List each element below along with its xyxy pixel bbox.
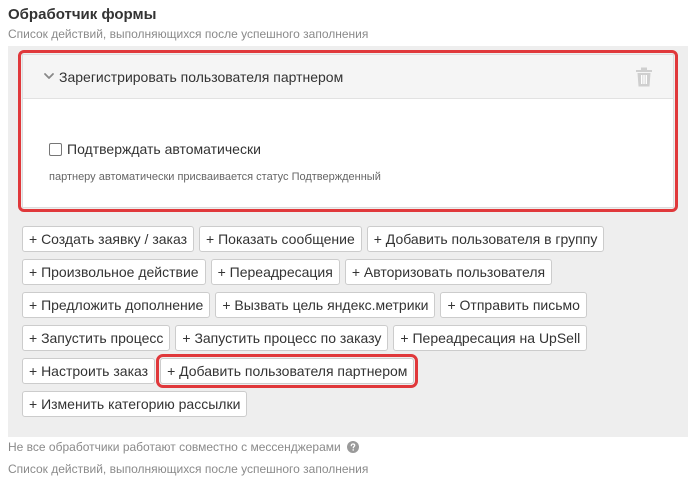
add-custom-action-button[interactable]: + Произвольное действие xyxy=(22,259,206,285)
add-configure-order-button[interactable]: + Настроить заказ xyxy=(22,358,156,384)
messengers-note: Не все обработчики работают совместно с … xyxy=(8,439,359,455)
actions-row: + Создать заявку / заказ + Показать сооб… xyxy=(22,226,682,252)
add-authorize-user-button[interactable]: + Авторизовать пользователя xyxy=(344,259,553,285)
add-offer-addon-button[interactable]: + Предложить дополнение xyxy=(22,292,211,318)
add-redirect-button[interactable]: + Переадресация xyxy=(210,259,340,285)
form-handler-section: Обработчик формы Список действий, выполн… xyxy=(0,0,699,491)
auto-confirm-label: Подтверждать автоматически xyxy=(67,141,261,157)
section-subtitle: Список действий, выполняющихся после усп… xyxy=(8,27,369,41)
action-card-header[interactable]: Зарегистрировать пользователя партнером xyxy=(23,55,673,99)
add-user-to-group-button[interactable]: + Добавить пользователя в группу xyxy=(366,226,605,252)
add-metrika-goal-button[interactable]: + Вызвать цель яндекс.метрики xyxy=(215,292,436,318)
auto-confirm-checkbox[interactable] xyxy=(49,142,62,156)
add-upsell-redirect-button[interactable]: + Переадресация на UpSell xyxy=(393,325,588,351)
actions-row: + Изменить категорию рассылки xyxy=(22,391,682,417)
footer-description: Список действий, выполняющихся после усп… xyxy=(8,462,369,476)
add-create-order-button[interactable]: + Создать заявку / заказ xyxy=(22,226,195,252)
add-change-mailing-category-button[interactable]: + Изменить категорию рассылки xyxy=(22,391,248,417)
actions-panel: Зарегистрировать пользователя партнером … xyxy=(8,46,688,437)
trash-icon[interactable] xyxy=(635,67,653,87)
add-action-buttons: + Создать заявку / заказ + Показать сооб… xyxy=(22,226,682,424)
question-circle-icon[interactable] xyxy=(346,441,359,453)
action-card-title: Зарегистрировать пользователя партнером xyxy=(59,69,344,85)
add-user-as-partner-button[interactable]: + Добавить пользователя партнером xyxy=(156,354,419,388)
add-show-message-button[interactable]: + Показать сообщение xyxy=(199,226,362,252)
add-run-process-button[interactable]: + Запустить процесс xyxy=(22,325,171,351)
auto-confirm-option[interactable]: Подтверждать автоматически xyxy=(49,139,261,159)
action-card-register-partner: Зарегистрировать пользователя партнером … xyxy=(22,54,674,208)
actions-row: + Произвольное действие + Переадресация … xyxy=(22,259,682,285)
messengers-note-text: Не все обработчики работают совместно с … xyxy=(8,440,341,454)
actions-row: + Настроить заказ + Добавить пользовател… xyxy=(22,354,682,388)
section-title: Обработчик формы xyxy=(8,6,157,23)
add-send-email-button[interactable]: + Отправить письмо xyxy=(440,292,587,318)
chevron-down-icon[interactable] xyxy=(43,70,55,82)
actions-row: + Запустить процесс + Запустить процесс … xyxy=(22,325,682,351)
auto-confirm-hint: партнеру автоматически присваивается ста… xyxy=(49,171,381,183)
actions-row: + Предложить дополнение + Вызвать цель я… xyxy=(22,292,682,318)
add-run-order-process-button[interactable]: + Запустить процесс по заказу xyxy=(175,325,389,351)
